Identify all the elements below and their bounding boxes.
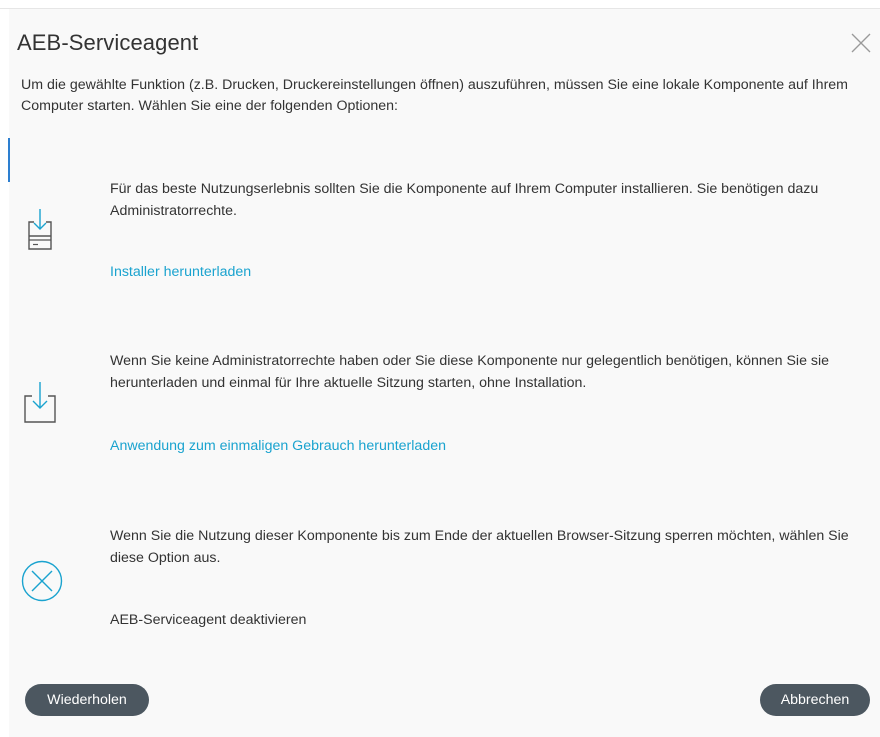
cancel-button[interactable]: Abbrechen — [760, 684, 870, 716]
page-top-strip — [0, 0, 880, 9]
dialog-title: AEB-Serviceagent — [17, 30, 199, 55]
option-disable-text: Wenn Sie die Nutzung dieser Komponente b… — [110, 528, 849, 566]
download-tray-icon — [22, 380, 58, 424]
download-installer-link[interactable]: Installer herunterladen — [110, 262, 251, 282]
install-disk-icon — [26, 207, 54, 251]
disable-serviceagent-option[interactable]: AEB-Serviceagent deaktivieren — [110, 610, 306, 630]
close-button[interactable] — [849, 31, 873, 55]
intro-text: Um die gewählte Funktion (z.B. Drucken, … — [21, 77, 849, 114]
close-icon — [851, 33, 871, 53]
option-install-text: Für das beste Nutzungserlebnis sollten S… — [110, 181, 819, 219]
left-accent-bar — [8, 138, 10, 182]
retry-button[interactable]: Wiederholen — [25, 684, 149, 716]
download-single-use-link[interactable]: Anwendung zum einmaligen Gebrauch herunt… — [110, 436, 446, 456]
option-single-use-text: Wenn Sie keine Administratorrechte haben… — [110, 353, 830, 391]
circle-x-icon — [20, 559, 64, 603]
